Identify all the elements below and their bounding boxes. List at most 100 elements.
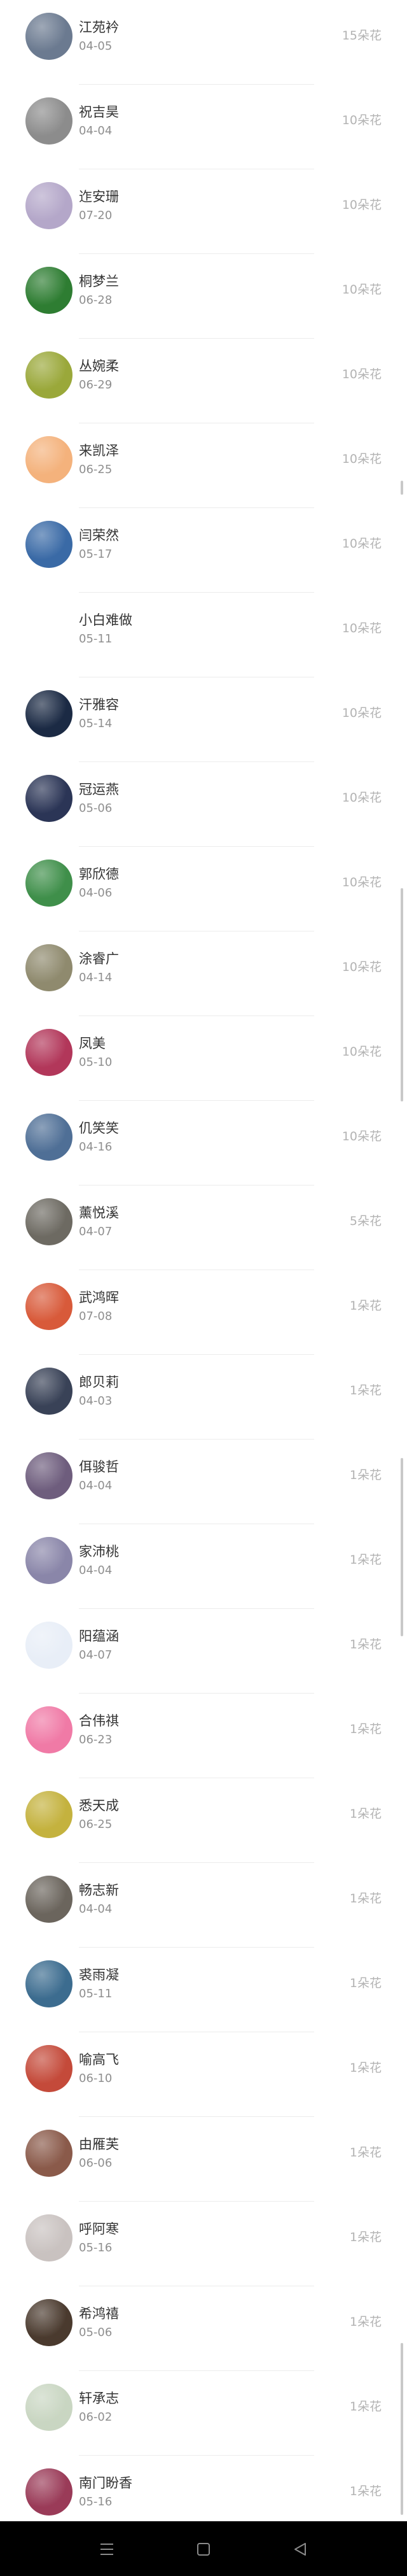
back-button[interactable] [287, 2537, 313, 2562]
avatar[interactable] [25, 2214, 72, 2261]
list-item[interactable]: 祝吉昊 04-04 10朵花 [0, 85, 407, 169]
date: 06-06 [79, 2156, 113, 2170]
list-item[interactable]: 丛婉柔 06-29 10朵花 [0, 339, 407, 423]
list-item[interactable]: 合伟祺 06-23 1朵花 [0, 1694, 407, 1778]
avatar[interactable] [25, 1283, 72, 1330]
user-name: 涂睿广 [79, 951, 119, 966]
flower-count: 1朵花 [349, 2061, 382, 2075]
avatar[interactable] [25, 944, 72, 991]
date: 04-04 [79, 1564, 113, 1577]
avatar[interactable] [25, 182, 72, 229]
menu-button[interactable] [94, 2537, 120, 2562]
avatar[interactable] [25, 690, 72, 737]
scrollbar[interactable] [401, 0, 403, 2521]
cartoon-icon [25, 436, 72, 483]
flower-count: 1朵花 [349, 2230, 382, 2244]
list-item[interactable]: 闫荣然 05-17 10朵花 [0, 508, 407, 593]
list-item[interactable]: 轩承志 06-02 1朵花 [0, 2371, 407, 2456]
list-item[interactable]: 桐梦兰 06-28 10朵花 [0, 254, 407, 339]
avatar[interactable] [25, 1114, 72, 1161]
menu-icon [100, 2544, 113, 2555]
list-item[interactable]: 迮安珊 07-20 10朵花 [0, 169, 407, 254]
avatar[interactable] [25, 2130, 72, 2177]
avatar[interactable] [25, 1960, 72, 2007]
avatar[interactable] [25, 351, 72, 399]
list-item[interactable]: 小白难做 05-11 10朵花 [0, 593, 407, 677]
list-item[interactable]: 悉天成 06-25 1朵花 [0, 1778, 407, 1863]
flower-count: 15朵花 [341, 29, 382, 43]
avatar[interactable] [25, 2468, 72, 2516]
list-item[interactable]: 涂睿广 04-14 10朵花 [0, 931, 407, 1016]
list-item[interactable]: 畅志新 04-04 1朵花 [0, 1863, 407, 1948]
avatar[interactable] [25, 1706, 72, 1753]
list-item[interactable]: 汗雅容 05-14 10朵花 [0, 677, 407, 762]
list-item[interactable]: 家沛桃 04-04 1朵花 [0, 1524, 407, 1609]
avatar[interactable] [25, 1537, 72, 1584]
avatar-icon [25, 2214, 72, 2261]
date: 05-06 [79, 2326, 113, 2339]
flower-count: 10朵花 [341, 452, 382, 466]
avatar[interactable] [25, 436, 72, 483]
list-item[interactable]: 阳蕴涵 04-07 1朵花 [0, 1609, 407, 1694]
user-name: 武鸿晖 [79, 1290, 119, 1305]
avatar[interactable] [25, 1876, 72, 1923]
avatar[interactable] [25, 860, 72, 907]
user-name: 喻高飞 [79, 2052, 119, 2067]
user-name: 郭欣德 [79, 867, 119, 882]
list-item[interactable]: 希鸿禧 05-06 1朵花 [0, 2286, 407, 2371]
list-item[interactable]: 呼阿寒 05-16 1朵花 [0, 2202, 407, 2286]
avatar[interactable] [25, 1791, 72, 1838]
list-item[interactable]: 江苑衿 04-05 15朵花 [0, 0, 407, 85]
flower-count: 10朵花 [341, 198, 382, 212]
user-name: 由雁芙 [79, 2137, 119, 2152]
user-name: 来凯泽 [79, 443, 119, 458]
avatar[interactable] [25, 1368, 72, 1415]
list-item[interactable]: 喻高飞 06-10 1朵花 [0, 2032, 407, 2117]
flower-count: 10朵花 [341, 283, 382, 297]
home-button[interactable] [191, 2537, 216, 2562]
list-item[interactable]: 薰悦溪 04-07 5朵花 [0, 1185, 407, 1270]
list-item[interactable]: 来凯泽 06-25 10朵花 [0, 423, 407, 508]
list-item[interactable]: 仉笑笑 04-16 10朵花 [0, 1101, 407, 1185]
list-item[interactable]: 裘雨凝 05-11 1朵花 [0, 1948, 407, 2032]
avatar[interactable] [25, 1198, 72, 1245]
scroll-thumb-1[interactable] [401, 481, 403, 495]
list-item[interactable]: 冠运燕 05-06 10朵花 [0, 762, 407, 847]
avatar[interactable] [25, 267, 72, 314]
scroll-thumb-2[interactable] [401, 888, 403, 1101]
flower-count: 1朵花 [349, 1638, 382, 1652]
list-item[interactable]: 佴骏哲 04-04 1朵花 [0, 1440, 407, 1524]
flower-count: 5朵花 [349, 1214, 382, 1228]
list-item[interactable]: 郭欣德 04-06 10朵花 [0, 847, 407, 931]
user-name: 郎贝莉 [79, 1375, 119, 1390]
user-name: 桐梦兰 [79, 274, 119, 289]
date: 06-02 [79, 2410, 113, 2424]
avatar[interactable] [25, 1622, 72, 1669]
date: 05-10 [79, 1056, 113, 1069]
avatar[interactable] [25, 2299, 72, 2346]
avatar[interactable] [25, 775, 72, 822]
list-item[interactable]: 郎贝莉 04-03 1朵花 [0, 1355, 407, 1440]
avatar[interactable] [25, 2384, 72, 2431]
date: 06-25 [79, 1818, 113, 1831]
frog-icon [25, 267, 72, 314]
scroll-thumb-4[interactable] [401, 2343, 403, 2515]
avatar[interactable] [25, 97, 72, 145]
list-item[interactable]: 凤美 05-10 10朵花 [0, 1016, 407, 1101]
avatar-icon [25, 944, 72, 991]
avatar[interactable] [25, 1452, 72, 1499]
avatar[interactable] [25, 521, 72, 568]
scroll-thumb-3[interactable] [401, 1458, 403, 1636]
avatar[interactable] [25, 2045, 72, 2092]
flower-count: 10朵花 [341, 875, 382, 889]
avatar[interactable] [25, 1029, 72, 1076]
user-name: 汗雅容 [79, 697, 119, 712]
list-item[interactable]: 由雁芙 06-06 1朵花 [0, 2117, 407, 2202]
user-name: 悉天成 [79, 1798, 119, 1813]
user-name: 裘雨凝 [79, 1967, 119, 1983]
list-item[interactable]: 武鸿晖 07-08 1朵花 [0, 1270, 407, 1355]
date: 06-29 [79, 378, 113, 392]
flower-count: 10朵花 [341, 537, 382, 551]
avatar[interactable] [25, 13, 72, 60]
flower-count: 10朵花 [341, 1045, 382, 1059]
